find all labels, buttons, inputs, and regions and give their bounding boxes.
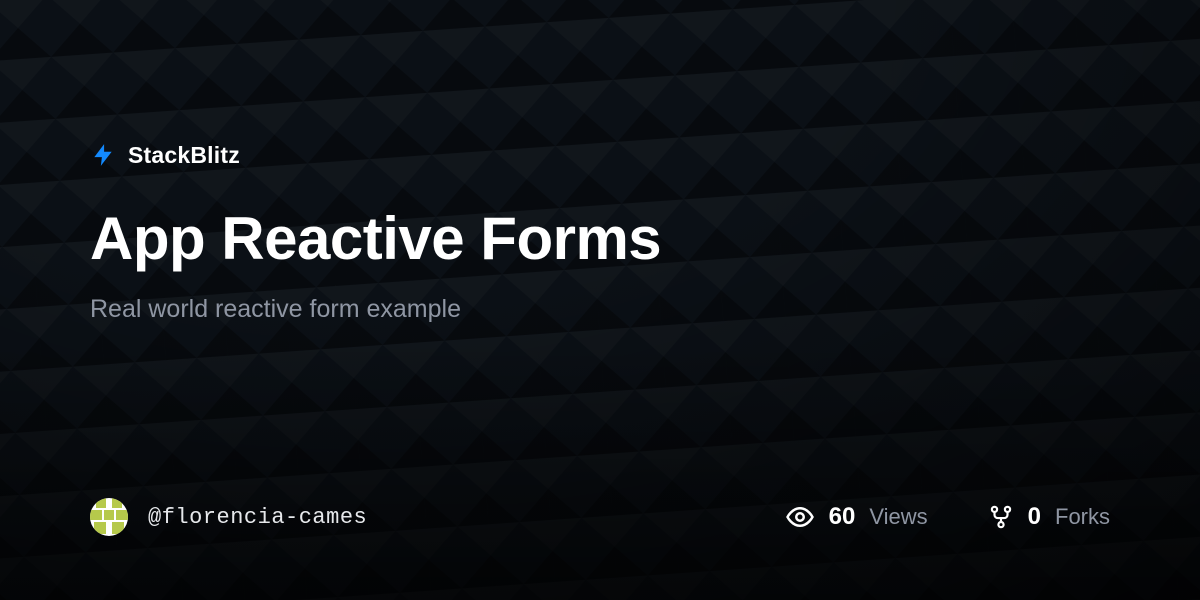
views-stat: 60 Views [785,502,928,532]
views-label: Views [869,504,927,530]
fork-icon [988,502,1014,532]
author-handle: @florencia-cames [148,505,367,530]
forks-count: 0 [1028,503,1041,531]
views-count: 60 [829,503,856,531]
bolt-icon [90,140,116,170]
eye-icon [785,502,815,532]
card-content: StackBlitz App Reactive Forms Real world… [0,0,1200,600]
project-subtitle: Real world reactive form example [90,295,1110,324]
brand-name: StackBlitz [128,142,240,169]
avatar [90,498,128,536]
project-title: App Reactive Forms [90,204,1110,273]
stats: 60 Views 0 Forks [785,502,1110,532]
brand: StackBlitz [90,140,1110,170]
forks-stat: 0 Forks [988,502,1110,532]
footer: @florencia-cames 60 Views [90,498,1110,536]
author[interactable]: @florencia-cames [90,498,367,536]
forks-label: Forks [1055,504,1110,530]
